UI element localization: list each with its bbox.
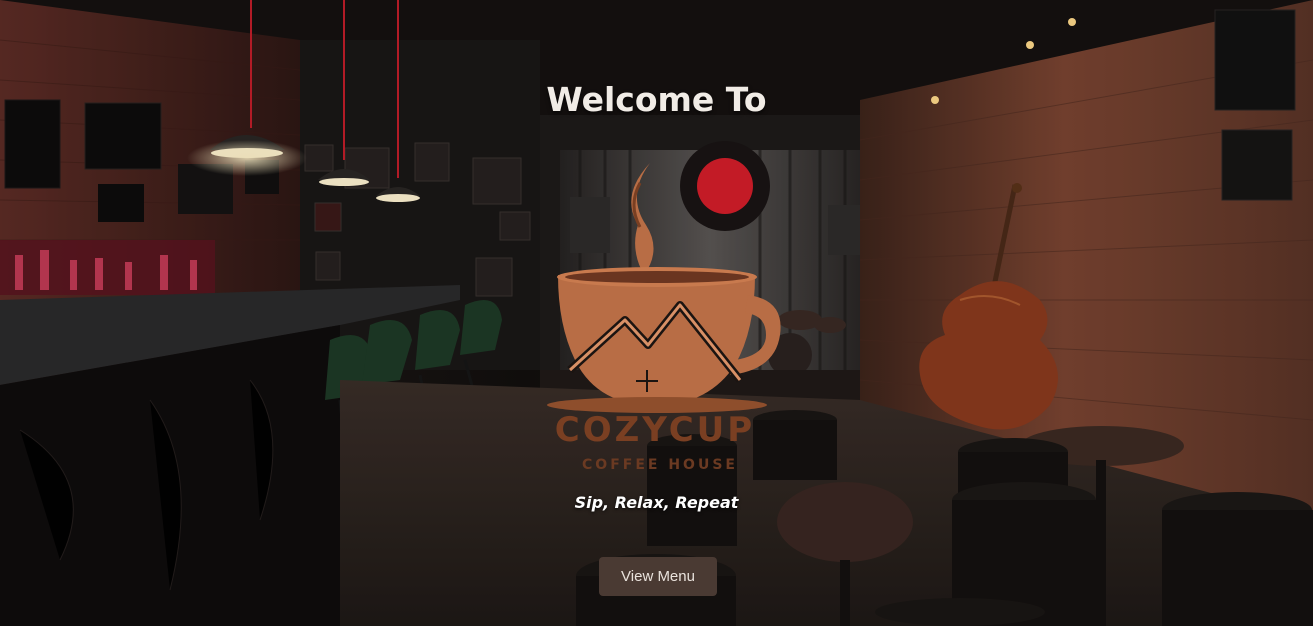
view-menu-button[interactable]: View Menu [599, 557, 717, 596]
tagline: Sip, Relax, Repeat [574, 493, 739, 512]
welcome-heading: Welcome To [546, 80, 767, 119]
brand-subtitle: COFFEE HOUSE [582, 457, 738, 473]
brand-name: COZYCUP [554, 410, 756, 450]
hero-section: Welcome To COZYCUP COFFEE HOUSE Sip, Rel… [0, 0, 1313, 626]
